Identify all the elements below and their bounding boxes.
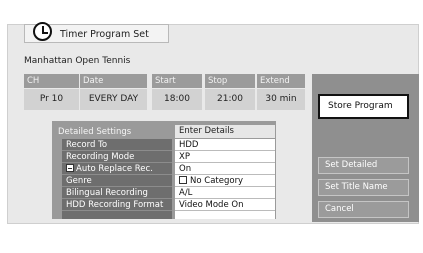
header-extend: Extend — [257, 74, 305, 88]
enter-details-field[interactable]: Enter Details — [175, 125, 275, 138]
empty-label-row — [62, 211, 172, 219]
auto-replace-icon — [66, 164, 74, 172]
bilingual-recording-label: Bilingual Recording — [62, 187, 172, 199]
bilingual-recording-value[interactable]: A/L — [175, 187, 275, 199]
auto-replace-value[interactable]: On — [175, 163, 275, 175]
clock-icon — [33, 22, 52, 41]
record-to-label: Record To — [62, 139, 172, 151]
store-program-button[interactable]: Store Program — [318, 94, 409, 119]
recording-mode-value[interactable]: XP — [175, 151, 275, 163]
detailed-settings-heading: Detailed Settings — [58, 127, 132, 137]
program-name: Manhattan Open Tennis — [24, 56, 131, 66]
genre-value-text: No Category — [190, 176, 244, 186]
record-to-value[interactable]: HDD — [175, 139, 275, 151]
stop-value[interactable]: 21:00 — [205, 89, 255, 110]
checkbox-icon[interactable] — [179, 176, 187, 184]
date-value[interactable]: EVERY DAY — [80, 89, 147, 110]
empty-value-row — [175, 211, 275, 219]
header-stop: Stop — [205, 74, 255, 88]
auto-replace-label: Auto Replace Rec. — [62, 163, 172, 175]
window-title: Timer Program Set — [60, 29, 149, 40]
start-value[interactable]: 18:00 — [152, 89, 202, 110]
header-start: Start — [152, 74, 202, 88]
genre-value[interactable]: No Category — [175, 175, 275, 187]
set-title-name-button[interactable]: Set Title Name — [318, 179, 409, 196]
hdd-recording-format-label: HDD Recording Format — [62, 199, 172, 211]
extend-value[interactable]: 30 min — [257, 89, 305, 110]
header-ch: CH — [24, 74, 79, 88]
hdd-recording-format-value[interactable]: Video Mode On — [175, 199, 275, 211]
ch-value[interactable]: Pr 10 — [24, 89, 79, 110]
recording-mode-label: Recording Mode — [62, 151, 172, 163]
set-detailed-button[interactable]: Set Detailed — [318, 157, 409, 174]
cancel-button[interactable]: Cancel — [318, 201, 409, 218]
auto-replace-label-text: Auto Replace Rec. — [76, 164, 153, 174]
genre-label: Genre — [62, 175, 172, 187]
header-date: Date — [80, 74, 147, 88]
